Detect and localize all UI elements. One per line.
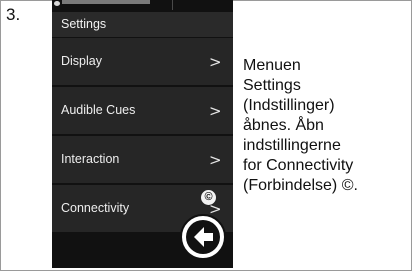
menu-item-label: Display <box>61 54 102 68</box>
status-bar <box>52 0 233 12</box>
menu-item-label: Connectivity <box>61 201 130 215</box>
status-indicator-icon <box>54 1 60 6</box>
callout-marker-c: © <box>201 190 216 205</box>
menu-item-interaction[interactable]: Interaction > <box>52 136 233 185</box>
device-screen: Settings Display > Audible Cues > Intera… <box>52 0 233 268</box>
menu-item-label: Interaction <box>61 152 120 166</box>
step-description: Menuen Settings (Indstillinger) åbnes. Å… <box>243 57 358 194</box>
chevron-right-icon: > <box>209 151 222 169</box>
menu-item-audible-cues[interactable]: Audible Cues > <box>52 87 233 136</box>
status-progress-strip <box>62 0 150 4</box>
back-button[interactable] <box>180 214 226 260</box>
menu-item-label: Audible Cues <box>61 103 136 117</box>
screen-title: Settings <box>52 12 233 37</box>
arrow-left-icon <box>186 220 220 254</box>
status-divider <box>172 0 173 10</box>
step-number: 3. <box>6 5 21 24</box>
chevron-right-icon: > <box>209 102 222 120</box>
menu-item-display[interactable]: Display > <box>52 38 233 87</box>
chevron-right-icon: > <box>209 53 222 71</box>
